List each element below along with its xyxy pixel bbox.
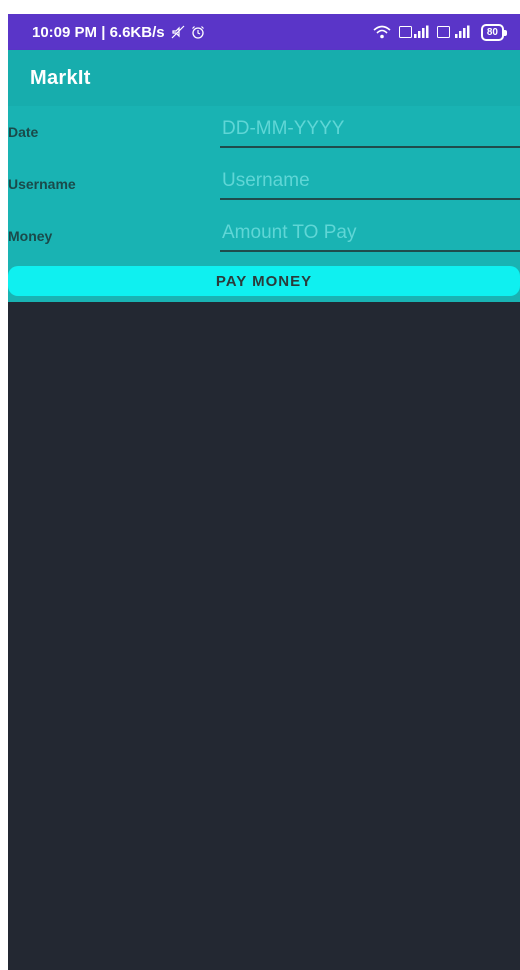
wifi-icon bbox=[373, 25, 391, 39]
volte-signal-icon bbox=[398, 25, 429, 39]
money-input[interactable] bbox=[220, 216, 520, 252]
money-row: Money bbox=[8, 210, 520, 262]
alarm-icon bbox=[191, 25, 205, 39]
app-bar: MarkIt bbox=[8, 50, 520, 106]
app-title: MarkIt bbox=[30, 66, 91, 89]
date-input[interactable] bbox=[220, 112, 520, 148]
status-bar: 10:09 PM | 6.6KB/s 80 bbox=[8, 14, 520, 50]
app-screen: 10:09 PM | 6.6KB/s 80 MarkIt Date DD-MM-… bbox=[8, 14, 520, 970]
status-right: 80 bbox=[373, 23, 508, 41]
date-row: Date bbox=[8, 106, 520, 158]
status-left: 10:09 PM | 6.6KB/s bbox=[32, 24, 205, 41]
date-label: Date bbox=[8, 124, 39, 140]
username-row: Username bbox=[8, 158, 520, 210]
username-label: Username bbox=[8, 176, 76, 192]
mute-icon bbox=[171, 25, 185, 39]
money-label: Money bbox=[8, 228, 53, 244]
payment-form: Date Username Money PAY MONEY bbox=[8, 106, 520, 302]
username-input[interactable] bbox=[220, 164, 520, 200]
status-time-speed: 10:09 PM | 6.6KB/s bbox=[32, 23, 165, 41]
pay-money-button[interactable]: PAY MONEY bbox=[8, 266, 520, 296]
volte-4g-signal-icon bbox=[436, 25, 473, 39]
battery-indicator: 80 bbox=[480, 23, 508, 41]
